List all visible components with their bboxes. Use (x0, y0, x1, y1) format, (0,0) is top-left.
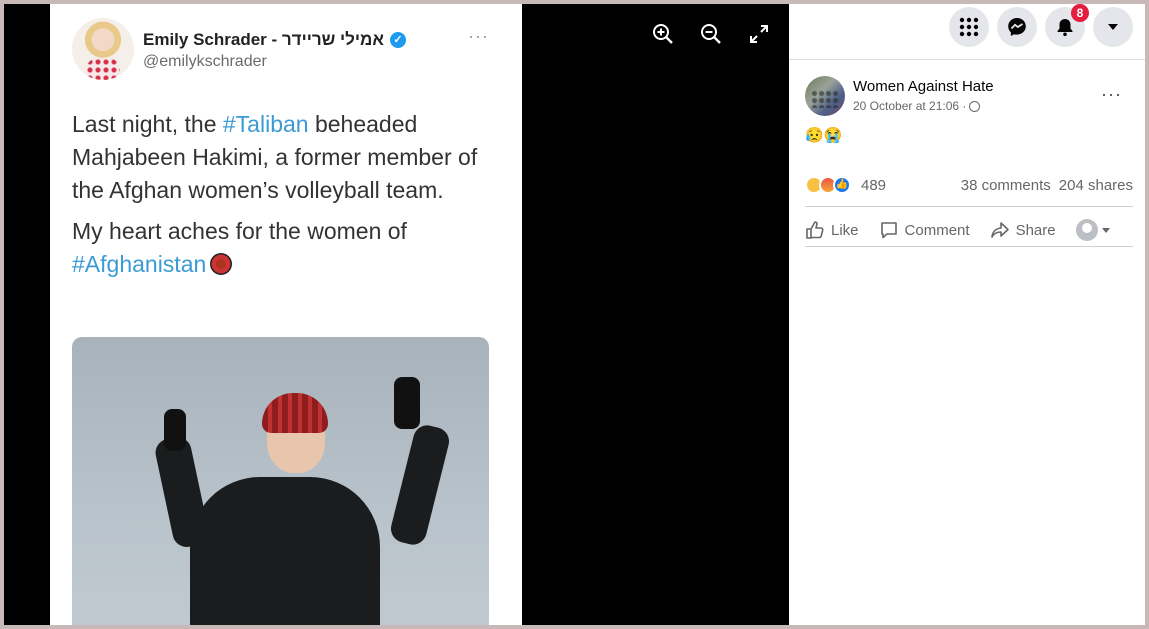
grid-menu-icon (959, 17, 979, 37)
messenger-icon (1008, 18, 1026, 36)
afghanistan-flag-icon (210, 253, 233, 275)
comments-count[interactable]: 38 comments (961, 177, 1051, 194)
tweet-more-icon: ··· (468, 26, 489, 46)
divider (805, 206, 1133, 207)
share-button[interactable]: Share (990, 220, 1056, 240)
fullscreen-icon[interactable] (747, 22, 771, 46)
tweet-photo (72, 337, 489, 625)
post-side-panel: 8 Women Against Hate 20 October at 21:06… (789, 4, 1145, 625)
post-date[interactable]: 20 October at 21:06 · (853, 99, 966, 113)
comment-label: Comment (904, 221, 970, 239)
reaction-count: 489 (861, 176, 887, 194)
notifications-button[interactable]: 8 (1045, 4, 1089, 47)
messenger-button[interactable] (997, 7, 1037, 47)
tweet-author-handle: @emilykschrader (143, 53, 267, 70)
account-menu-button[interactable] (1093, 7, 1133, 47)
tweet-author-row: Emily Schrader - אמילי שריידר ✓ (143, 30, 406, 50)
app-frame: Emily Schrader - אמילי שריידר ✓ @emilyks… (4, 4, 1145, 625)
comment-icon (880, 222, 897, 239)
post-stats: 38 comments 204 shares (961, 177, 1133, 194)
zoom-out-icon[interactable] (699, 22, 723, 46)
divider (805, 246, 1133, 247)
tweet-text: Last night, the #Taliban beheaded Mahjab… (72, 111, 478, 277)
post-meta: 20 October at 21:06 · (853, 99, 981, 113)
thumbs-up-icon (806, 221, 824, 239)
menu-button[interactable] (949, 7, 989, 47)
page-name-link[interactable]: Women Against Hate (853, 78, 994, 95)
like-button[interactable]: Like (805, 220, 859, 240)
caret-down-icon (1101, 228, 1110, 233)
globe-icon (969, 100, 981, 112)
hashtag-taliban: #Taliban (222, 111, 309, 137)
post-actions: Like Comment Share (805, 212, 1140, 248)
comment-button[interactable]: Comment (879, 220, 970, 240)
photo-viewer: Emily Schrader - אמילי שריידר ✓ @emilyks… (4, 4, 789, 625)
like-label: Like (831, 221, 859, 239)
user-avatar (1075, 219, 1098, 241)
like-reaction-icon: 👍 (833, 176, 851, 194)
caret-down-icon (1108, 24, 1118, 30)
zoom-in-icon[interactable] (651, 22, 675, 46)
post-text: 😥😭 (805, 127, 843, 144)
page-avatar[interactable] (805, 76, 845, 116)
tweet-author-avatar (72, 18, 134, 80)
tweet-author-name: Emily Schrader - אמילי שריידר (143, 30, 384, 49)
bell-icon (1057, 19, 1073, 37)
notifications-badge: 8 (1071, 4, 1089, 22)
shares-count[interactable]: 204 shares (1059, 177, 1133, 194)
hashtag-afghanistan: #Afghanistan (72, 251, 207, 277)
post-options-icon[interactable]: ··· (1101, 84, 1122, 105)
post-as-selector[interactable] (1075, 219, 1111, 241)
top-bar: 8 (789, 4, 1145, 60)
share-label: Share (1015, 221, 1056, 239)
tweet-image: Emily Schrader - אמילי שריידר ✓ @emilyks… (50, 4, 522, 625)
share-icon (990, 222, 1009, 238)
verified-icon: ✓ (389, 32, 406, 48)
